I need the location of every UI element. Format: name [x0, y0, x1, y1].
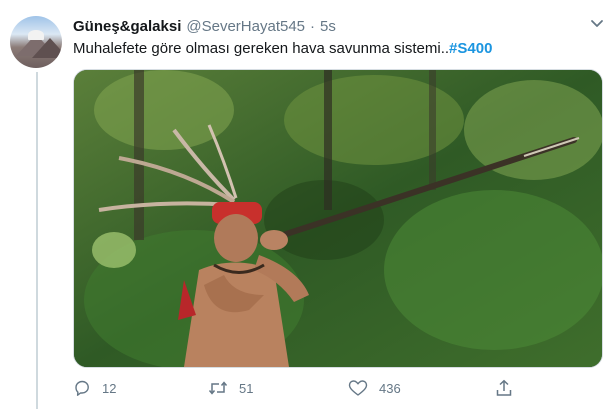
thread-line — [36, 72, 38, 409]
retweet-button[interactable]: 51 — [208, 376, 253, 400]
like-count: 436 — [379, 380, 401, 396]
separator-dot: · — [310, 17, 316, 35]
retweet-icon — [208, 379, 228, 397]
tweet-text: Muhalefete göre olması gereken hava savu… — [73, 40, 492, 57]
retweet-count: 51 — [239, 380, 254, 396]
chevron-down-icon[interactable] — [589, 16, 605, 32]
tweet[interactable]: Güneş&galaksi @SeverHayat545 · 5s Muhale… — [0, 0, 614, 409]
reply-count: 12 — [102, 380, 117, 396]
tweet-image[interactable] — [73, 69, 603, 368]
like-button[interactable]: 436 — [348, 376, 401, 400]
share-button[interactable] — [495, 376, 513, 400]
user-handle[interactable]: @SeverHayat545 — [186, 18, 305, 35]
hashtag-link[interactable]: #S400 — [449, 40, 492, 57]
photo-jungle-blowgun — [74, 70, 602, 367]
display-name[interactable]: Güneş&galaksi — [73, 18, 181, 35]
tweet-header: Güneş&galaksi @SeverHayat545 · 5s — [73, 16, 336, 36]
tweet-actions: 12 51 436 — [73, 376, 543, 400]
avatar-mountain-2 — [32, 38, 62, 58]
share-icon — [495, 379, 513, 397]
tweet-body: Muhalefete göre olması gereken hava savu… — [73, 40, 450, 57]
avatar-snow — [28, 30, 44, 40]
avatar[interactable] — [10, 16, 62, 68]
reply-button[interactable]: 12 — [73, 376, 116, 400]
comment-icon — [73, 379, 91, 397]
heart-icon — [348, 379, 368, 397]
tweet-time[interactable]: 5s — [320, 18, 336, 35]
